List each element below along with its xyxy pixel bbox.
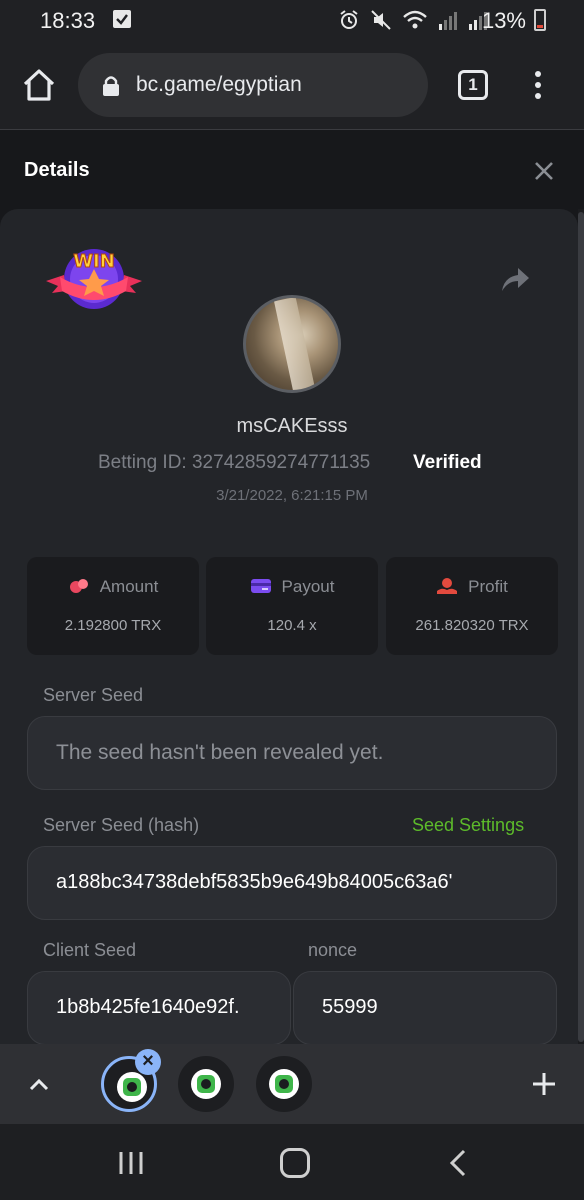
address-bar[interactable]: bc.game/egyptian: [78, 53, 428, 117]
lock-icon: [103, 76, 119, 96]
server-seed-hash-label: Server Seed (hash): [43, 815, 200, 835]
battery-icon: [534, 9, 546, 31]
scrollbar-thumb[interactable]: [578, 212, 584, 1042]
page-title: Details: [24, 159, 90, 181]
tab-close-icon[interactable]: ×: [135, 1049, 161, 1075]
win-badge-icon: WIN: [46, 249, 142, 309]
signal-icon: [439, 12, 457, 30]
win-badge-text: WIN: [73, 251, 115, 272]
status-time: 18:33: [40, 8, 96, 33]
stat-profit: Profit 261.820320 TRX: [386, 557, 558, 655]
battery-percent: 13%: [481, 8, 526, 33]
server-seed-label: Server Seed: [43, 685, 144, 705]
nonce-value: 55999: [322, 996, 378, 1018]
details-header: Details: [0, 131, 584, 209]
mute-icon: [371, 10, 391, 30]
bcgame-logo-icon: [191, 1069, 221, 1099]
tab-switcher-button[interactable]: 1: [458, 70, 488, 100]
seed-settings-link[interactable]: Seed Settings: [412, 815, 524, 836]
tab-thumbnail[interactable]: [178, 1056, 234, 1112]
url-text: bc.game/egyptian: [136, 73, 302, 96]
client-seed-value: 1b8b425fe1640e92f.: [56, 996, 240, 1018]
verified-badge[interactable]: Verified: [413, 452, 482, 474]
card-icon: [250, 579, 271, 593]
system-nav-bar: [0, 1124, 584, 1200]
stat-profit-label: Profit: [468, 577, 508, 596]
username: msCAKEsss: [236, 415, 348, 437]
stat-amount-value: 2.192800 TRX: [64, 617, 162, 634]
stat-profit-value: 261.820320 TRX: [415, 617, 529, 634]
server-seed-hash-field[interactable]: a188bc34738debf5835b9e649b84005c63a6': [27, 846, 557, 920]
hand-coin-icon: [437, 578, 458, 594]
close-icon[interactable]: [530, 157, 558, 185]
nonce-label: nonce: [308, 940, 358, 960]
new-tab-plus-icon[interactable]: [530, 1070, 558, 1098]
recent-apps-icon[interactable]: [117, 1150, 145, 1176]
stat-amount: Amount 2.192800 TRX: [27, 557, 199, 655]
nonce-field[interactable]: 55999: [293, 971, 557, 1045]
stat-payout-label: Payout: [281, 577, 335, 596]
status-bar: 18:33 13%: [0, 0, 584, 42]
coins-icon: [69, 579, 88, 593]
avatar: [243, 295, 341, 393]
back-icon[interactable]: [446, 1148, 470, 1178]
home-icon[interactable]: [20, 66, 58, 104]
chevron-up-icon[interactable]: [26, 1072, 52, 1098]
stat-payout-value: 120.4 x: [267, 617, 317, 634]
stat-payout: Payout 120.4 x: [206, 557, 378, 655]
betting-id: Betting ID: 32742859274771135: [98, 452, 371, 473]
bcgame-logo-icon: [117, 1072, 147, 1102]
alarm-icon: [340, 10, 358, 29]
menu-more-icon[interactable]: [528, 68, 548, 104]
client-seed-field[interactable]: 1b8b425fe1640e92f.: [27, 971, 291, 1045]
stat-amount-label: Amount: [99, 577, 159, 596]
status-icons: [338, 9, 488, 31]
bcgame-logo-icon: [269, 1069, 299, 1099]
client-seed-label: Client Seed: [43, 940, 137, 960]
browser-toolbar: bc.game/egyptian 1: [0, 42, 584, 130]
tab-strip: [0, 1044, 584, 1124]
share-icon[interactable]: [498, 263, 532, 297]
wifi-icon: [403, 10, 427, 29]
bet-timestamp: 3/21/2022, 6:21:15 PM: [216, 487, 368, 504]
tab-thumbnail[interactable]: [256, 1056, 312, 1112]
bet-details-card: WIN msCAKEsss Betting ID: 32742859274771…: [0, 209, 578, 1045]
notification-check-icon: [113, 10, 131, 28]
server-seed-field[interactable]: The seed hasn't been revealed yet.: [27, 716, 557, 790]
server-seed-placeholder: The seed hasn't been revealed yet.: [56, 741, 384, 764]
home-nav-icon[interactable]: [280, 1148, 310, 1178]
server-seed-hash-value: a188bc34738debf5835b9e649b84005c63a6': [56, 871, 453, 893]
